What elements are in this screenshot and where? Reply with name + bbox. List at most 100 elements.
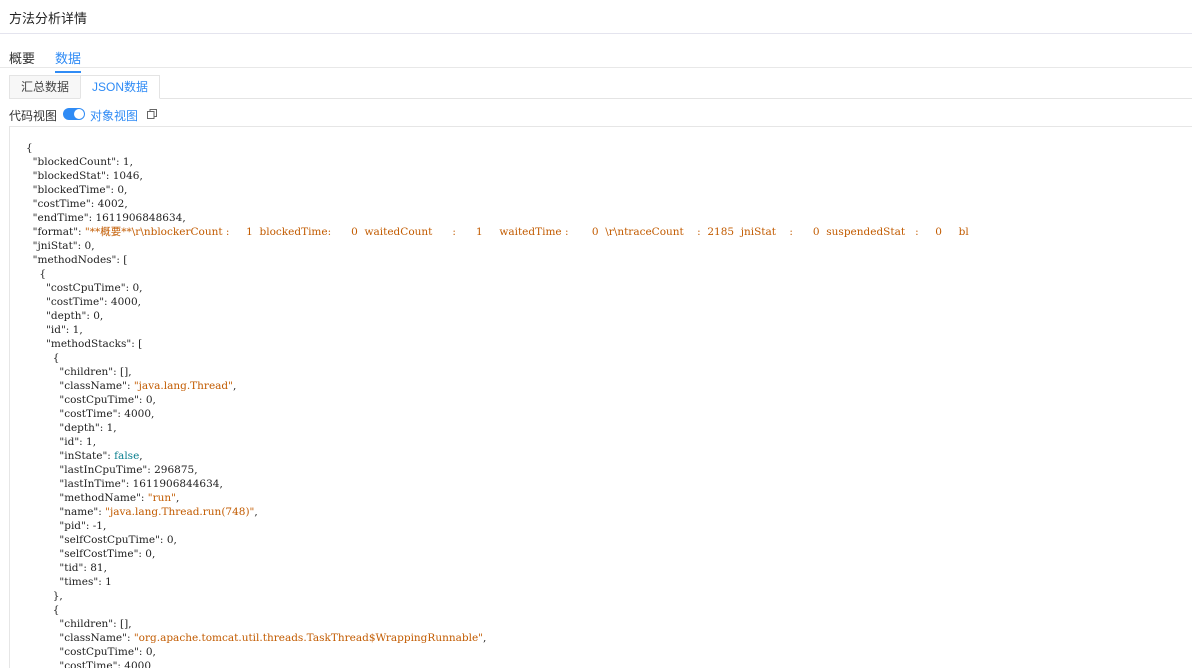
json-punct: " — [26, 450, 65, 462]
json-punct: " — [26, 548, 65, 560]
json-key: costTime — [64, 408, 113, 420]
json-number: 4000 — [110, 296, 138, 308]
json-punct: " — [26, 422, 65, 434]
code-line: "name": "java.lang.Thread.run(748)", — [26, 505, 969, 519]
json-key: name — [64, 506, 94, 518]
code-line: "times": 1 — [26, 575, 969, 589]
json-key: costTime — [37, 198, 86, 210]
json-punct: , — [219, 478, 223, 490]
json-key: children — [64, 366, 109, 378]
json-punct: { — [26, 268, 47, 280]
json-punct: , — [92, 436, 97, 448]
view-mode-toggle[interactable] — [63, 108, 85, 120]
json-punct: ": — [112, 408, 125, 420]
json-key: id — [64, 436, 75, 448]
json-punct: ": — [134, 646, 146, 658]
copy-icon[interactable] — [147, 109, 157, 119]
json-key: costCpuTime — [64, 646, 135, 658]
json-punct: " — [26, 464, 65, 476]
json-punct: , — [182, 212, 186, 224]
json-punct: , — [124, 198, 128, 210]
json-punct: " — [26, 632, 65, 644]
json-punct: ": — [81, 520, 93, 532]
json-punct: ": — [133, 548, 146, 560]
json-key: lastInCpuTime — [64, 464, 143, 476]
json-punct: " — [26, 296, 51, 308]
json-number: 0 — [166, 534, 174, 546]
json-punct: ": [ — [111, 254, 128, 266]
json-punct: , — [103, 562, 107, 574]
json-punct: , — [152, 394, 156, 406]
json-punct: ": — [74, 436, 87, 448]
json-key: selfCostCpuTime — [64, 534, 156, 546]
main-tab-bar: 概要 数据 — [0, 42, 1192, 73]
code-line: "selfCostCpuTime": 0, — [26, 533, 969, 547]
code-line: "blockedCount": 1, — [26, 155, 969, 169]
json-punct: , — [254, 506, 258, 518]
tab-overview[interactable]: 概要 — [9, 48, 35, 67]
json-punct: " — [26, 366, 65, 378]
code-line: "methodStacks": [ — [26, 337, 969, 351]
json-punct: " — [26, 492, 65, 504]
tab-data[interactable]: 数据 — [55, 48, 82, 73]
json-punct: " — [26, 576, 65, 588]
json-punct: " — [26, 212, 38, 224]
json-punct: " — [26, 338, 51, 350]
tab-json-data[interactable]: JSON数据 — [80, 75, 161, 99]
json-punct: ": [], — [108, 366, 132, 378]
json-punct: ": — [136, 492, 148, 504]
code-line: "lastInCpuTime": 296875, — [26, 463, 969, 477]
code-line: "costTime": 4000, — [26, 407, 969, 421]
json-punct: ": — [85, 198, 98, 210]
json-punct: { — [26, 352, 60, 364]
json-number: 0 — [145, 646, 153, 658]
json-punct: , — [151, 548, 156, 560]
code-line: "costTime": 4000, — [26, 295, 969, 309]
json-key: className — [64, 632, 123, 644]
code-line: "inState": false, — [26, 449, 969, 463]
json-punct: , — [139, 170, 143, 182]
json-number: -1 — [92, 520, 103, 532]
json-punct: " — [26, 156, 38, 168]
json-key: methodName — [64, 492, 137, 504]
json-punct: , — [91, 240, 95, 252]
json-number: 4000 — [124, 660, 152, 668]
code-line: "children": [], — [26, 365, 969, 379]
json-number: 1 — [86, 436, 93, 448]
json-key: times — [64, 576, 94, 588]
json-punct: " — [26, 380, 65, 392]
json-key: costTime — [64, 660, 113, 668]
code-line: "id": 1, — [26, 435, 969, 449]
json-punct: ": [ — [126, 338, 143, 350]
object-view-label[interactable]: 对象视图 — [90, 107, 138, 124]
json-key: costCpuTime — [50, 282, 121, 294]
json-key: className — [64, 380, 123, 392]
json-code: { "blockedCount": 1, "blockedStat": 1046… — [26, 141, 969, 668]
code-line: "depth": 1, — [26, 421, 969, 435]
json-punct: , — [102, 520, 107, 532]
json-key: tid — [64, 562, 79, 574]
json-punct: , — [232, 380, 237, 392]
tab-summary-data[interactable]: 汇总数据 — [9, 75, 81, 99]
json-punct: ": — [102, 450, 115, 462]
json-punct: , — [113, 422, 117, 434]
json-punct: , — [175, 492, 180, 504]
json-punct: " — [26, 394, 65, 406]
json-punct: , — [152, 646, 156, 658]
json-string: "org.apache.tomcat.util.threads.TaskThre… — [133, 632, 483, 644]
code-line: { — [26, 351, 969, 365]
json-punct: " — [26, 282, 51, 294]
json-punct: " — [26, 436, 65, 448]
json-punct: " — [26, 198, 38, 210]
json-code-panel[interactable]: { "blockedCount": 1, "blockedStat": 1046… — [9, 126, 1192, 668]
json-punct: }, — [26, 590, 63, 602]
json-punct: , — [124, 184, 128, 196]
json-punct: ": — [101, 170, 113, 182]
json-punct: , — [99, 310, 104, 322]
json-punct: ": — [120, 478, 133, 490]
json-number: 0 — [145, 394, 153, 406]
code-view-label: 代码视图 — [9, 109, 58, 123]
json-key: blockedCount — [37, 156, 112, 168]
json-punct: " — [26, 184, 38, 196]
json-punct: ": — [155, 534, 167, 546]
